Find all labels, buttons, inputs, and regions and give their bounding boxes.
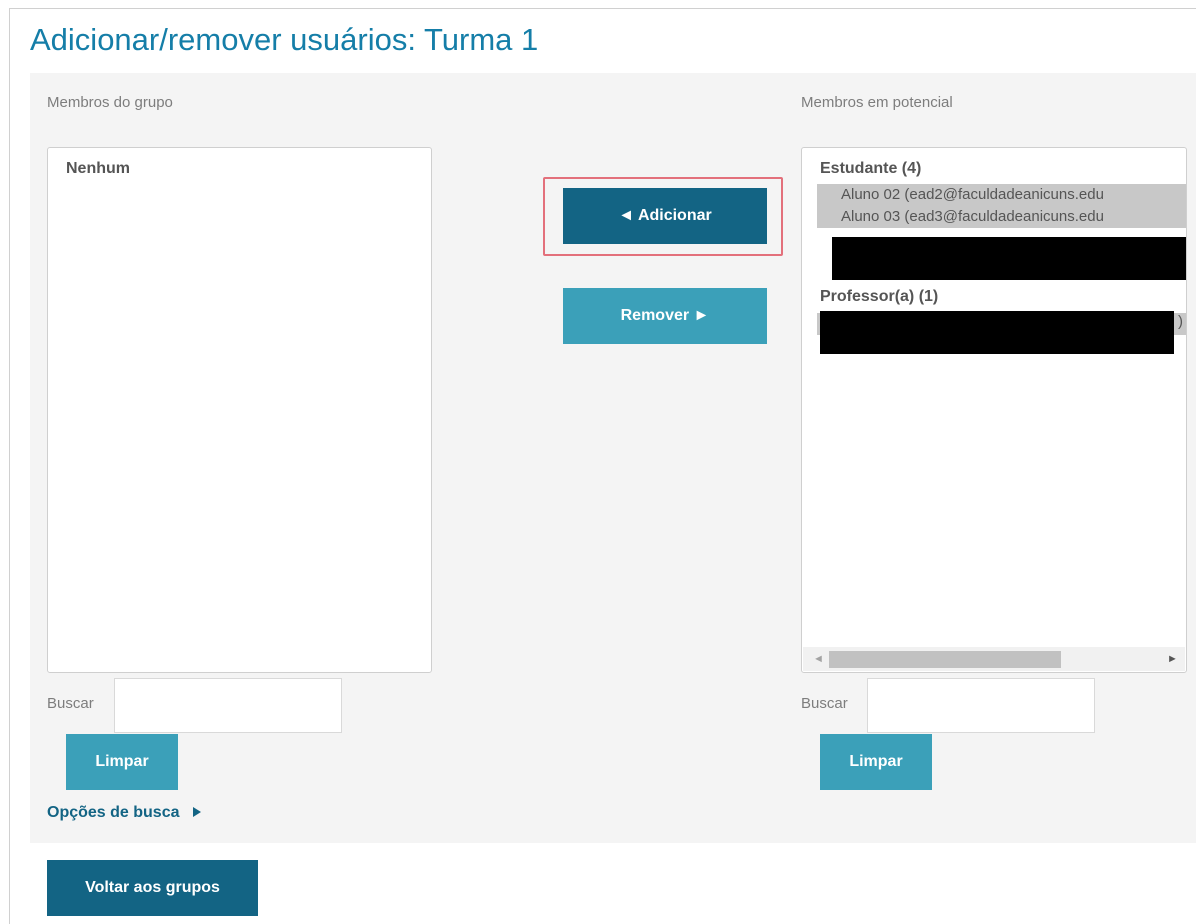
add-button[interactable]: ◄ Adicionar [563,188,767,244]
remove-button[interactable]: Remover ► [563,288,767,344]
truncated-text: ) [1178,313,1183,330]
right-search-label: Buscar [801,695,848,712]
back-to-groups-button[interactable]: Voltar aos grupos [47,860,258,916]
horizontal-scrollbar[interactable]: ◄ ► [803,647,1185,671]
scroll-right-icon[interactable]: ► [1167,651,1178,667]
group-members-label: Membros do grupo [47,94,173,111]
right-search-input[interactable] [867,678,1095,733]
scroll-left-icon[interactable]: ◄ [813,651,824,667]
left-search-label: Buscar [47,695,94,712]
potential-members-list[interactable]: Estudante (4) Aluno 02 (ead2@faculdadean… [801,147,1187,673]
redacted-list-item [832,237,1186,280]
page-title: Adicionar/remover usuários: Turma 1 [30,22,539,57]
redacted-list-item [820,311,1174,354]
potential-members-label: Membros em potencial [801,94,953,111]
list-item[interactable]: Aluno 03 (ead3@faculdadeanicuns.edu [817,206,1186,228]
group-heading-professor: Professor(a) (1) [820,288,939,305]
caret-right-icon [192,807,201,817]
list-item[interactable]: Aluno 02 (ead2@faculdadeanicuns.edu [817,184,1186,206]
empty-list-text: Nenhum [66,160,130,177]
search-options-link[interactable]: Opções de busca [47,804,202,822]
group-members-list[interactable]: Nenhum [47,147,432,673]
group-heading-estudante: Estudante (4) [820,160,922,177]
left-clear-button[interactable]: Limpar [66,734,178,790]
scrollbar-thumb[interactable] [829,651,1061,668]
left-search-input[interactable] [114,678,342,733]
right-clear-button[interactable]: Limpar [820,734,932,790]
search-options-label: Opções de busca [47,804,180,821]
